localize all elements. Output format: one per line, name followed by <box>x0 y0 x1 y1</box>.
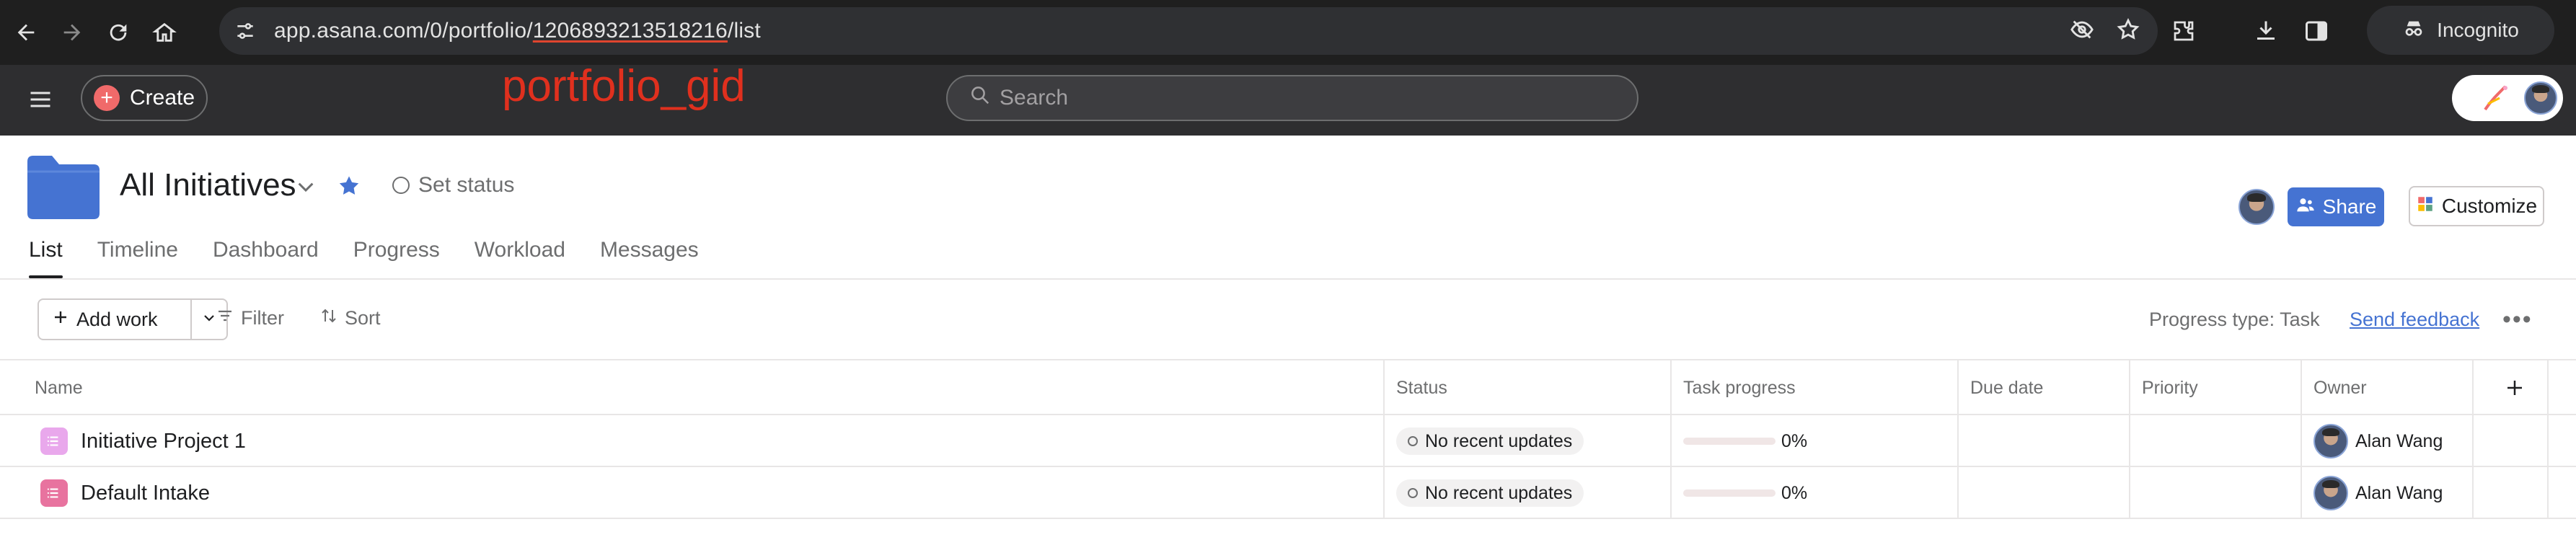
home-icon[interactable] <box>141 9 188 56</box>
browser-toolbar: app.asana.com/0/portfolio/12068932135182… <box>0 0 2576 65</box>
owner-avatar[interactable] <box>2313 476 2348 510</box>
back-icon[interactable] <box>3 9 49 56</box>
tabs-divider <box>0 278 2576 280</box>
progress-type-selector[interactable]: Progress type: Task <box>2149 309 2320 331</box>
filter-label: Filter <box>241 307 284 329</box>
upgrade-sparkle-icon <box>2481 82 2510 118</box>
customize-grid-icon <box>2416 195 2435 218</box>
customize-label: Customize <box>2441 195 2538 217</box>
people-icon <box>2295 195 2316 220</box>
tab-list[interactable]: List <box>29 238 63 278</box>
incognito-icon <box>2402 17 2425 45</box>
task-progress-bar <box>1683 438 1776 445</box>
column-header-task-progress[interactable]: Task progress <box>1672 360 1796 415</box>
status-text: No recent updates <box>1425 482 1573 503</box>
table-header: Name Status Task progress Due date Prior… <box>0 360 2576 415</box>
project-list-icon <box>40 479 68 507</box>
status-badge[interactable]: No recent updates <box>1396 427 1584 455</box>
send-feedback-link[interactable]: Send feedback <box>2350 309 2479 331</box>
column-header-name[interactable]: Name <box>23 360 83 415</box>
search-placeholder: Search <box>1000 86 1069 110</box>
search-input[interactable]: Search <box>946 75 1638 121</box>
page-title: All Initiatives <box>120 167 296 203</box>
view-tabs: List Timeline Dashboard Progress Workloa… <box>29 238 699 278</box>
set-status-button[interactable]: Set status <box>392 173 514 198</box>
column-header-owner[interactable]: Owner <box>2302 360 2367 415</box>
tab-progress[interactable]: Progress <box>353 238 440 278</box>
extensions-icon[interactable] <box>2171 18 2197 48</box>
sort-icon <box>320 307 338 329</box>
column-header-due-date[interactable]: Due date <box>1959 360 2043 415</box>
plus-icon <box>52 309 69 331</box>
share-button[interactable]: Share <box>2288 187 2384 226</box>
add-column-icon[interactable] <box>2492 360 2526 415</box>
tab-timeline[interactable]: Timeline <box>97 238 178 278</box>
status-text: No recent updates <box>1425 430 1573 451</box>
asana-topbar: + Create portfolio_gid Search <box>0 61 2576 136</box>
more-options-icon[interactable]: ••• <box>2502 306 2533 334</box>
project-name[interactable]: Default Intake <box>81 482 210 505</box>
create-button[interactable]: + Create <box>81 75 208 121</box>
filter-icon <box>216 307 234 329</box>
tab-dashboard[interactable]: Dashboard <box>213 238 319 278</box>
column-header-priority[interactable]: Priority <box>2130 360 2198 415</box>
add-work-button[interactable]: Add work <box>38 298 192 340</box>
portfolio-folder-icon <box>27 154 100 219</box>
table-row[interactable]: Default Intake No recent updates 0% Alan… <box>0 467 2576 519</box>
side-panel-icon[interactable] <box>2303 18 2329 48</box>
plus-icon: + <box>94 85 120 111</box>
task-progress-bar <box>1683 489 1776 497</box>
owner-name[interactable]: Alan Wang <box>2355 431 2443 452</box>
tab-messages[interactable]: Messages <box>600 238 699 278</box>
share-label: Share <box>2322 195 2377 218</box>
task-progress-percent: 0% <box>1781 430 1808 451</box>
download-icon[interactable] <box>2253 18 2279 48</box>
status-circle-icon <box>392 177 410 194</box>
url-portfolio-gid: 1206893213518216 <box>532 19 728 43</box>
owner-name[interactable]: Alan Wang <box>2355 483 2443 504</box>
sort-label: Sort <box>345 307 381 329</box>
site-info-icon[interactable] <box>224 9 267 53</box>
account-menu[interactable] <box>2452 75 2563 121</box>
set-status-label: Set status <box>418 173 515 197</box>
forward-icon[interactable] <box>49 9 95 56</box>
user-avatar[interactable] <box>2524 81 2557 115</box>
url-suffix: /list <box>727 19 761 43</box>
owner-avatar[interactable] <box>2313 424 2348 458</box>
chevron-down-icon[interactable] <box>294 176 317 203</box>
project-list-icon <box>40 427 68 455</box>
bookmark-star-icon[interactable] <box>2116 17 2140 45</box>
tab-workload[interactable]: Workload <box>475 238 565 278</box>
sort-button[interactable]: Sort <box>320 307 381 329</box>
customize-button[interactable]: Customize <box>2409 186 2544 226</box>
table-row[interactable]: Initiative Project 1 No recent updates 0… <box>0 415 2576 467</box>
task-progress-percent: 0% <box>1781 482 1808 503</box>
status-circle-icon <box>1408 436 1418 446</box>
status-badge[interactable]: No recent updates <box>1396 479 1584 507</box>
url-text: app.asana.com/0/portfolio/12068932135182… <box>274 19 761 43</box>
column-header-status[interactable]: Status <box>1385 360 1447 415</box>
filter-button[interactable]: Filter <box>216 307 284 329</box>
incognito-label: Incognito <box>2437 19 2519 41</box>
status-circle-icon <box>1408 488 1418 498</box>
url-prefix: app.asana.com/0/portfolio/ <box>274 19 533 43</box>
hamburger-menu-icon[interactable] <box>27 87 53 112</box>
project-name[interactable]: Initiative Project 1 <box>81 430 246 453</box>
create-label: Create <box>130 86 195 110</box>
add-work-label: Add work <box>76 308 158 330</box>
tracking-protection-icon[interactable] <box>2070 17 2094 45</box>
incognito-indicator[interactable]: Incognito <box>2367 6 2554 55</box>
favorite-star-icon[interactable] <box>336 173 362 203</box>
address-bar[interactable]: app.asana.com/0/portfolio/12068932135182… <box>219 7 2158 55</box>
reload-icon[interactable] <box>95 9 141 56</box>
search-icon <box>969 84 991 112</box>
chevron-down-icon <box>200 309 218 330</box>
portfolio-gid-annotation: portfolio_gid <box>502 61 746 111</box>
member-avatar[interactable] <box>2238 189 2275 225</box>
